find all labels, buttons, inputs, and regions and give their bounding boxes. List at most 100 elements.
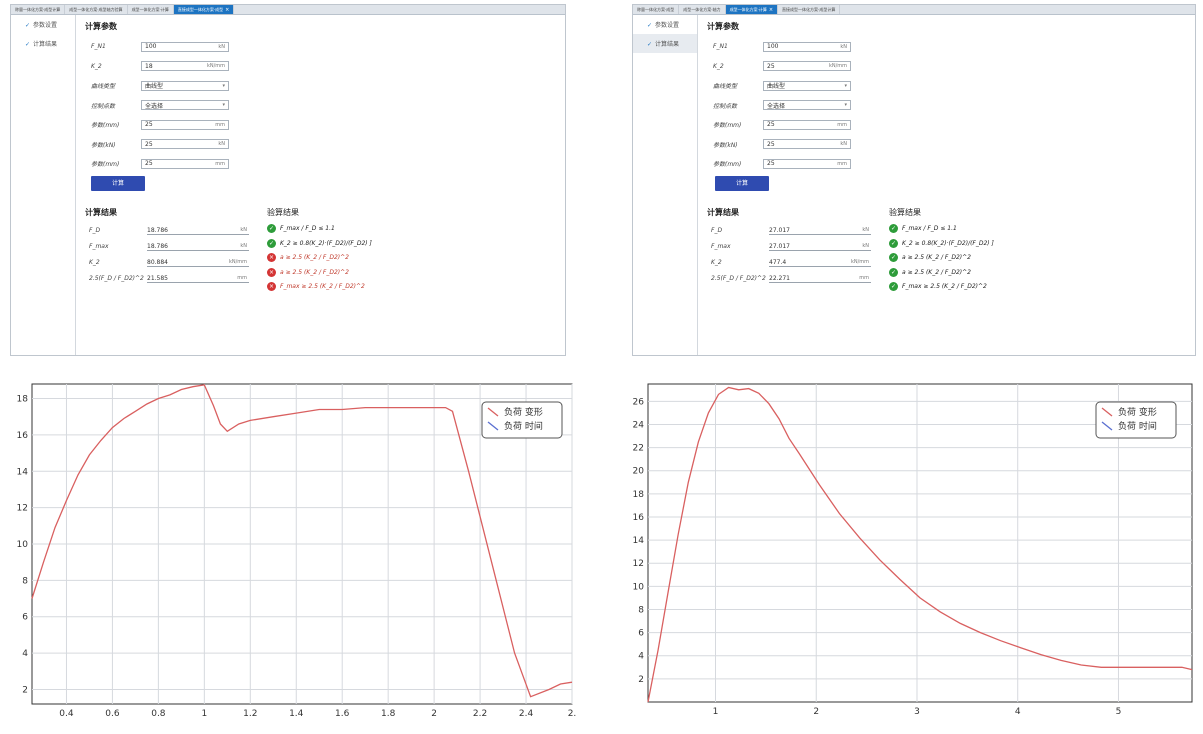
x-tick-label: 3	[914, 707, 920, 717]
tab-3[interactable]: 直接成型一体化方案·成型计算	[778, 5, 841, 14]
param-unit: ▾	[222, 102, 225, 108]
result-row: F_D 18.786 kN	[89, 225, 249, 236]
check-row: ✓ K_2 ≥ 0.8(K_2)·(F_D2)/(F_D2) ]	[889, 238, 994, 249]
x-tick-label: 0.4	[59, 709, 74, 719]
param-value: 18	[145, 62, 153, 70]
check-circle-icon: ✓	[889, 267, 898, 277]
left-sidebar: ✓ 参数设置 ✓ 计算结果	[11, 15, 76, 355]
y-tick-label: 18	[633, 490, 645, 500]
result-row: 2.5(F_D / F_D2)^2 22.271 mm	[711, 273, 871, 284]
check-text: a ≥ 2.5 (K_2 / F_D2)^2	[280, 268, 349, 276]
sidebar-item-0[interactable]: ✓ 参数设置	[633, 15, 697, 34]
check-icon: ✓	[647, 22, 653, 29]
left-chart: 2 4 6 8 10 12 14 16 18 0.4 0.6 0.8 1 1.2 1.4 1.6 1.8 2 2.2…	[4, 378, 584, 730]
param-input[interactable]: 100 kN	[763, 41, 851, 52]
right-chart: 2 4 6 8 10 12 14 16 18 20 22 24 26 1 2 3 4 5 负荷 变形 负荷 时间	[612, 378, 1200, 730]
tab-label: 成型一体化方案·计算	[729, 7, 767, 12]
tab-1[interactable]: 成型一体化方案·轴力	[679, 5, 726, 14]
param-input[interactable]: 25 mm	[141, 119, 229, 130]
left-tab-bar: 称量一体化方案·成型计算 成型一体化方案·成型轴力验算 成型一体化方案·计算 直接成型…	[11, 5, 565, 15]
result-unit: mm	[859, 274, 869, 281]
param-unit: kN	[840, 43, 847, 50]
tab-0[interactable]: 称量一体化方案·成型	[633, 5, 680, 14]
param-input[interactable]: 25 mm	[141, 158, 229, 169]
check-row: ✓ K_2 ≥ 0.8(K_2)·(F_D2)/(F_D2) ]	[267, 238, 372, 249]
param-label: 参数(kN)	[91, 141, 116, 149]
x-tick-label: 2.4	[519, 709, 534, 719]
check-text: a ≥ 2.5 (K_2 / F_D2)^2	[902, 254, 971, 261]
legend: 负荷 变形负荷 时间	[1095, 401, 1177, 439]
param-value: 25	[767, 160, 775, 167]
left-params-title: 计算参数	[85, 22, 117, 31]
param-unit: mm	[837, 121, 847, 128]
check-text: F_max / F_D ≤ 1.1	[902, 225, 957, 232]
result-field: 27.017 kN	[769, 243, 871, 251]
right-sidebar: ✓ 参数设置 ✓ 计算结果	[633, 15, 698, 355]
y-tick-label: 14	[633, 536, 645, 546]
param-input[interactable]: 18 kN/mm	[141, 61, 229, 71]
y-tick-label: 8	[22, 576, 28, 586]
result-field: 27.017 kN	[769, 227, 871, 235]
x-tick-label: 1.4	[289, 709, 304, 719]
result-field: 477.4 kN/mm	[769, 259, 871, 267]
left-calc-button[interactable]: 计算	[91, 176, 145, 191]
x-tick-label: 1.2	[243, 709, 257, 719]
param-unit: ▾	[222, 82, 225, 89]
result-label: 2.5(F_D / F_D2)^2	[89, 275, 144, 282]
result-row: K_2 80.884 kN/mm	[89, 257, 249, 268]
tab-3[interactable]: 直接成型一体化方案·成型 ×	[173, 5, 235, 14]
param-input[interactable]: 25 kN	[763, 139, 851, 149]
param-label: 参数(kN)	[713, 141, 738, 149]
right-calc-button[interactable]: 计算	[715, 176, 769, 191]
check-icon: ✓	[647, 41, 653, 48]
param-input[interactable]: 全选择 ▾	[763, 100, 851, 110]
sidebar-item-1[interactable]: ✓ 计算结果	[633, 34, 697, 53]
result-row: F_D 27.017 kN	[711, 225, 871, 236]
param-value: 100	[767, 43, 779, 50]
tab-2[interactable]: 成型一体化方案·计算 ×	[725, 5, 779, 14]
tab-0[interactable]: 称量一体化方案·成型计算	[11, 5, 66, 14]
param-label: 参数(mm)	[91, 122, 120, 129]
tab-label: 称量一体化方案·成型	[637, 7, 675, 12]
result-value: 477.4	[769, 258, 787, 266]
param-row: 控制点数 全选择 ▾	[713, 100, 851, 111]
check-row: ✓ a ≥ 2.5 (K_2 / F_D2)^2	[889, 267, 971, 278]
param-input[interactable]: 25 mm	[763, 158, 851, 169]
param-row: 曲线类型 曲线型 ▾	[713, 80, 851, 91]
right-app-window: 称量一体化方案·成型 成型一体化方案·轴力 成型一体化方案·计算 × 直接成型一体化方案…	[632, 4, 1196, 356]
tab-2[interactable]: 成型一体化方案·计算	[128, 5, 174, 14]
result-unit: mm	[237, 274, 247, 281]
param-value: 曲线型	[145, 83, 164, 90]
close-icon[interactable]: ×	[767, 7, 773, 13]
param-input[interactable]: 100 kN	[141, 41, 229, 52]
param-row: 参数(mm) 25 mm	[91, 119, 229, 130]
param-value: 曲线型	[767, 83, 786, 90]
close-icon[interactable]: ×	[223, 7, 229, 13]
sidebar-item-1[interactable]: ✓ 计算结果	[11, 34, 75, 53]
right-tab-bar: 称量一体化方案·成型 成型一体化方案·轴力 成型一体化方案·计算 × 直接成型一体化方案…	[633, 5, 1195, 15]
param-input[interactable]: 25 mm	[763, 119, 851, 130]
param-input[interactable]: 25 kN/mm	[763, 61, 851, 71]
result-unit: kN	[862, 226, 869, 233]
left-app-window: 称量一体化方案·成型计算 成型一体化方案·成型轴力验算 成型一体化方案·计算 直接成型…	[10, 4, 566, 356]
param-row: 参数(kN) 25 kN	[713, 139, 851, 150]
y-tick-label: 14	[17, 467, 29, 477]
sidebar-item-0[interactable]: ✓ 参数设置	[11, 15, 75, 34]
param-input[interactable]: 25 kN	[141, 139, 229, 149]
result-field: 22.271 mm	[769, 275, 871, 283]
param-input[interactable]: 曲线型 ▾	[763, 80, 851, 91]
check-row: × a ≥ 2.5 (K_2 / F_D2)^2	[267, 252, 349, 263]
y-tick-label: 4	[22, 649, 28, 659]
param-label: 曲线类型	[713, 83, 738, 90]
param-input[interactable]: 全选择 ▾	[141, 100, 229, 110]
check-text: F_max / F_D ≤ 1.1	[280, 225, 335, 232]
param-input[interactable]: 曲线型 ▾	[141, 80, 229, 91]
tab-label: 成型一体化方案·成型轴力验算	[69, 7, 123, 12]
result-unit: kN	[240, 226, 247, 233]
right-checks-title: 验算结果	[889, 208, 921, 217]
legend-label: 负荷 变形	[504, 406, 543, 418]
param-unit: kN	[840, 141, 847, 147]
legend: 负荷 变形负荷 时间	[481, 401, 563, 439]
check-row: ✓ F_max ≥ 2.5 (K_2 / F_D2)^2	[889, 281, 987, 292]
tab-1[interactable]: 成型一体化方案·成型轴力验算	[65, 5, 128, 14]
